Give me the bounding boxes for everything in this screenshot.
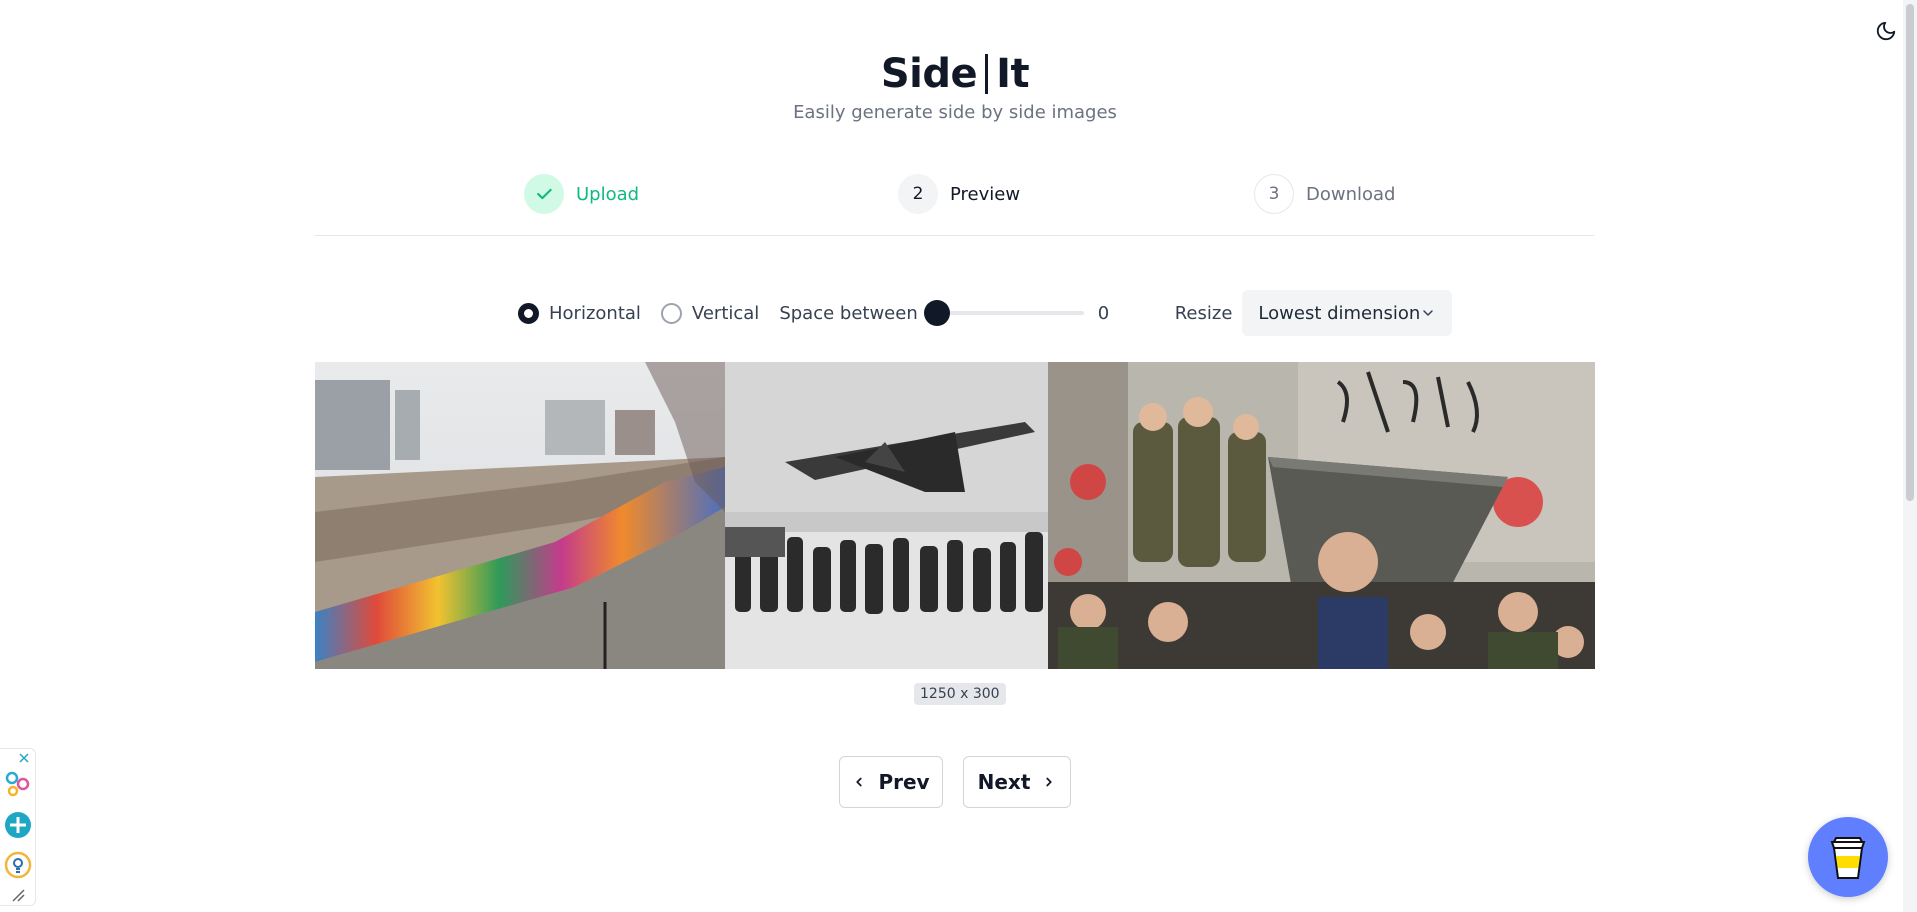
lightbulb-icon bbox=[4, 851, 32, 879]
plus-circle-icon bbox=[5, 812, 31, 838]
step-download-number: 3 bbox=[1254, 174, 1294, 214]
moon-icon bbox=[1876, 21, 1896, 41]
ad-item-circles[interactable] bbox=[3, 769, 33, 799]
chevron-right-icon bbox=[1046, 777, 1052, 787]
slider-thumb[interactable] bbox=[923, 300, 950, 326]
step-preview-label: Preview bbox=[950, 183, 1021, 205]
photo-airlift-plane bbox=[725, 362, 1048, 669]
side-ad-widget bbox=[0, 748, 36, 906]
orientation-vertical[interactable]: Vertical bbox=[660, 302, 760, 324]
scrollbar[interactable] bbox=[1903, 0, 1917, 912]
step-download[interactable]: 3 Download bbox=[1254, 174, 1395, 214]
check-icon bbox=[537, 188, 552, 200]
space-between-slider[interactable] bbox=[923, 298, 1084, 328]
page-subtitle: Easily generate side by side images bbox=[793, 102, 1117, 123]
page-header: Side It Easily generate side by side ima… bbox=[0, 50, 1910, 123]
photo-berlin-wall-street bbox=[315, 362, 725, 669]
step-preview[interactable]: 2 Preview bbox=[898, 174, 1020, 214]
circles-icon bbox=[5, 771, 30, 797]
step-upload-label: Upload bbox=[576, 183, 640, 205]
horizontal-radio[interactable] bbox=[518, 302, 539, 324]
prev-button[interactable]: Prev bbox=[839, 756, 943, 808]
step-upload[interactable]: Upload bbox=[524, 174, 639, 214]
step-preview-number: 2 bbox=[898, 174, 938, 214]
prev-label: Prev bbox=[878, 770, 930, 794]
next-button[interactable]: Next bbox=[963, 756, 1071, 808]
chevron-down-icon bbox=[1423, 310, 1434, 316]
step-download-label: Download bbox=[1306, 183, 1396, 205]
space-between-value: 0 bbox=[1097, 302, 1110, 324]
stepper: Upload 2 Preview 3 Download bbox=[314, 174, 1594, 236]
title-left: Side bbox=[880, 51, 978, 97]
vertical-label: Vertical bbox=[691, 302, 760, 324]
vertical-radio[interactable] bbox=[660, 302, 682, 324]
orientation-horizontal[interactable]: Horizontal bbox=[518, 302, 641, 324]
resize-handle-icon bbox=[12, 889, 25, 902]
resize-selected-value: Lowest dimension bbox=[1258, 302, 1421, 324]
coffee-cup-icon bbox=[1830, 837, 1866, 879]
ad-item-bulb[interactable] bbox=[3, 850, 33, 880]
resize-select[interactable]: Lowest dimension bbox=[1242, 290, 1453, 336]
chevron-left-icon bbox=[856, 777, 863, 787]
title-right: It bbox=[996, 51, 1030, 97]
step-upload-indicator bbox=[524, 174, 564, 214]
page-title: Side It bbox=[880, 50, 1030, 98]
preview-image bbox=[315, 362, 1595, 669]
preview-controls: Horizontal Vertical Space between 0 Resi… bbox=[518, 290, 1453, 336]
photo-wall-fall bbox=[1048, 362, 1595, 669]
horizontal-label: Horizontal bbox=[549, 302, 641, 324]
ad-item-plus[interactable] bbox=[3, 810, 33, 840]
theme-toggle[interactable] bbox=[1871, 16, 1901, 46]
next-label: Next bbox=[977, 770, 1031, 794]
buy-me-a-coffee-button[interactable] bbox=[1808, 817, 1888, 897]
close-icon bbox=[19, 753, 29, 763]
image-dimensions-badge: 1250 x 300 bbox=[914, 683, 1006, 705]
slider-track[interactable] bbox=[933, 311, 1084, 315]
space-between-label: Space between bbox=[779, 302, 918, 324]
ad-resize-handle[interactable] bbox=[3, 885, 33, 905]
resize-label: Resize bbox=[1174, 302, 1233, 324]
title-separator bbox=[985, 54, 989, 94]
ad-close-button[interactable] bbox=[14, 748, 34, 768]
